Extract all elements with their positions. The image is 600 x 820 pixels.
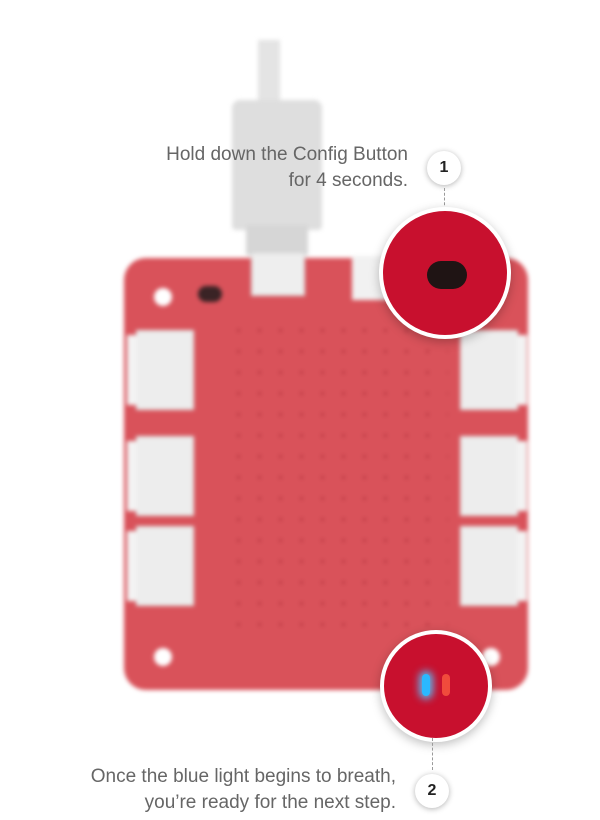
reset-button — [198, 286, 222, 302]
step1-number-badge: 1 — [427, 151, 461, 185]
step2-number-badge: 2 — [415, 774, 449, 808]
led-indicator-icon — [422, 674, 430, 696]
grove-connector — [460, 330, 527, 410]
step2-caption: Once the blue light begins to breath, yo… — [91, 764, 396, 816]
step2-line2: you’re ready for the next step. — [144, 792, 396, 813]
step1-caption: Hold down the Config Button for 4 second… — [166, 142, 408, 194]
device-illustration: Hold down the Config Button for 4 second… — [0, 0, 600, 820]
grove-connector — [460, 526, 527, 606]
grove-connector — [127, 330, 194, 410]
config-button-icon — [427, 261, 467, 289]
step1-line2: for 4 seconds. — [288, 170, 408, 191]
led-callout — [380, 630, 492, 742]
step2-line1: Once the blue light begins to breath, — [90, 766, 396, 787]
config-button-callout — [379, 207, 511, 339]
usb-plug-neck — [246, 225, 308, 255]
led-indicator-icon — [442, 674, 450, 696]
mount-hole — [154, 648, 172, 666]
usb-port — [251, 252, 305, 296]
grove-connector — [460, 436, 527, 516]
step1-line1: Hold down the Config Button — [166, 144, 408, 165]
grove-connector — [127, 526, 194, 606]
step2-dashed-line — [432, 738, 433, 770]
mount-hole — [154, 288, 172, 306]
breadboard-dot-grid — [228, 320, 448, 630]
grove-connector — [127, 436, 194, 516]
